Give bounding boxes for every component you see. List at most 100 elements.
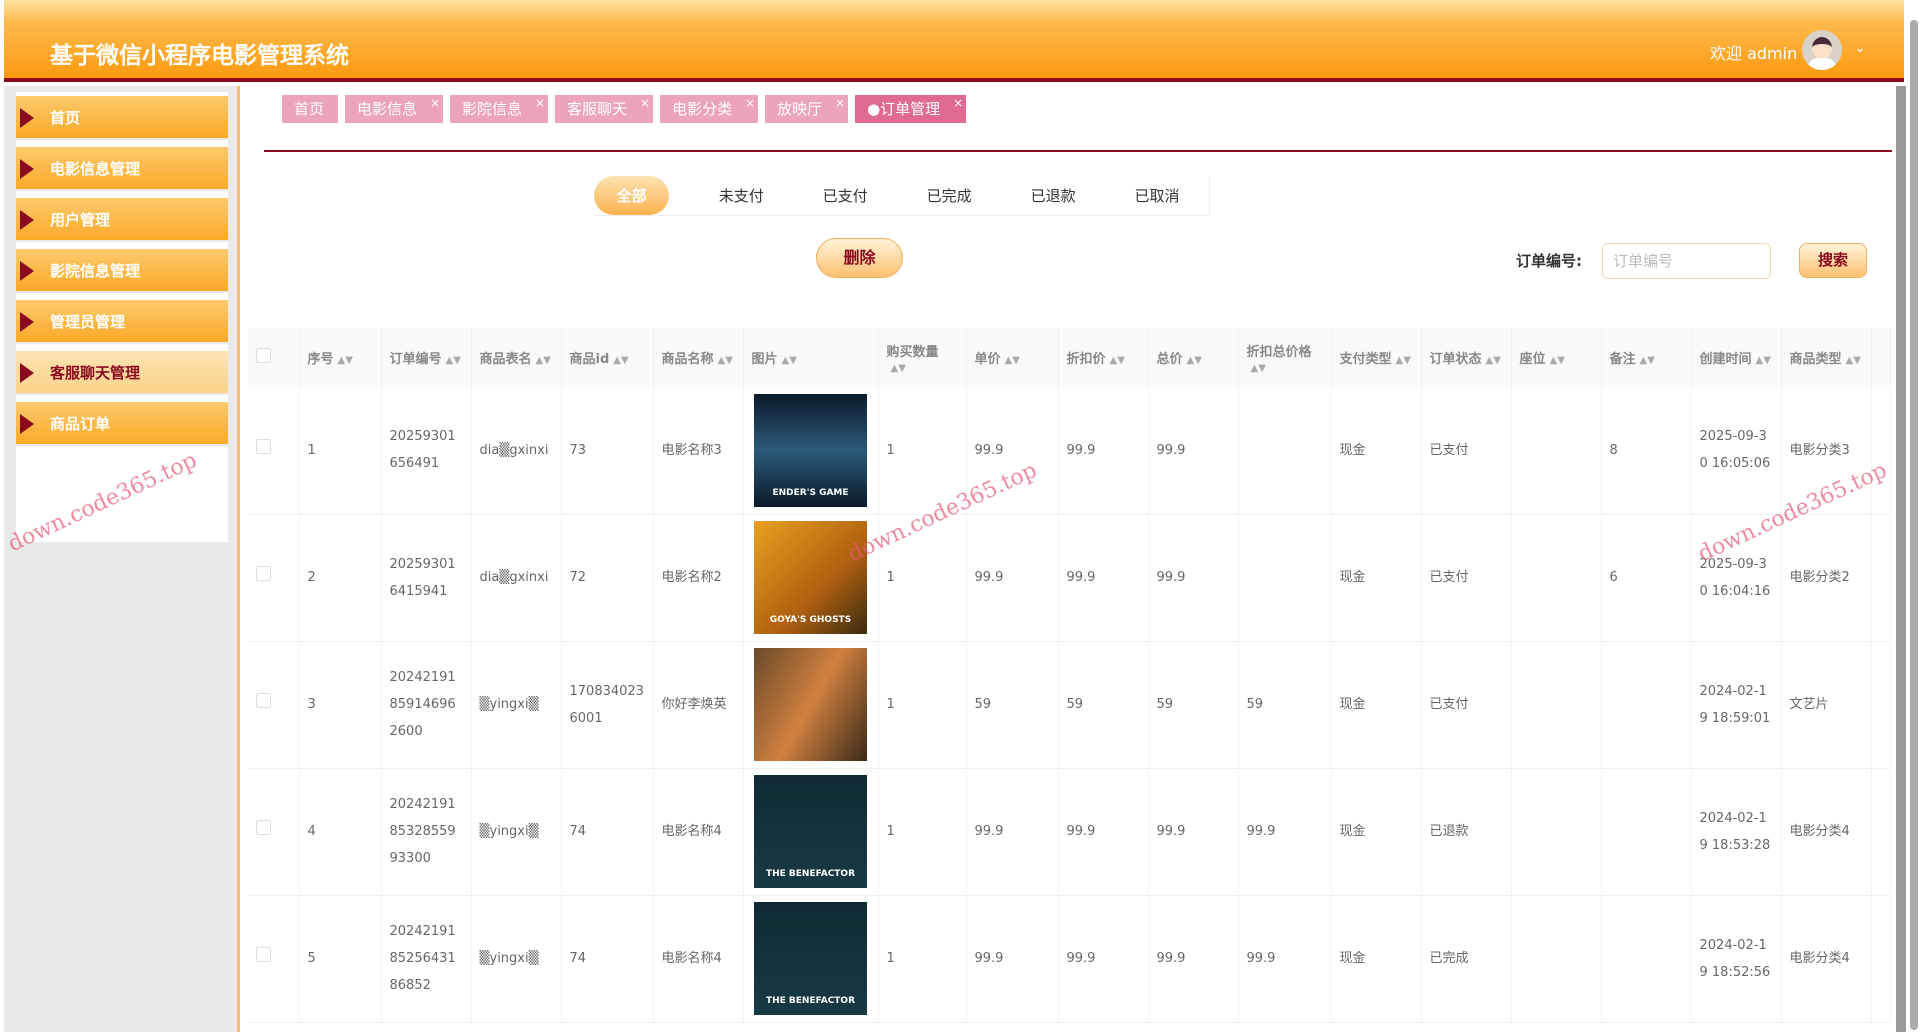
status-tab[interactable]: 已退款 <box>1001 176 1105 215</box>
cell-qty: 1 <box>878 641 967 769</box>
sidebar-item-label: 用户管理 <box>50 211 111 229</box>
close-icon[interactable]: × <box>835 89 845 117</box>
column-header[interactable]: 商品表名 ▲▼ <box>471 328 562 387</box>
row-checkbox[interactable] <box>248 895 300 1023</box>
sort-icon[interactable]: ▲▼ <box>1486 355 1501 366</box>
sort-icon[interactable]: ▲▼ <box>1251 363 1266 374</box>
sort-icon[interactable]: ▲▼ <box>1756 355 1771 366</box>
inner-scrollbar[interactable] <box>1896 86 1906 1032</box>
sort-icon[interactable]: ▲▼ <box>1110 355 1125 366</box>
column-header[interactable]: 折扣总价格▲▼ <box>1238 328 1332 387</box>
sort-icon[interactable]: ▲▼ <box>1187 355 1202 366</box>
column-header[interactable]: 商品类型 ▲▼ <box>1781 328 1872 387</box>
caret-right-icon <box>20 108 34 128</box>
tab[interactable]: 电影分类 × <box>660 95 759 123</box>
delete-button[interactable]: 删除 <box>816 238 903 278</box>
column-header[interactable]: 序号 ▲▼ <box>299 328 382 387</box>
sidebar-item[interactable]: 商品订单 <box>16 402 228 446</box>
divider <box>264 150 1892 152</box>
table-row[interactable]: 4 202421918532855993300 ▒yingxi▒ 74 电影名称4 THE… <box>248 768 1891 896</box>
sort-icon[interactable]: ▲▼ <box>536 355 551 366</box>
cell-created: 2024-02-19 18:53:28 <box>1691 768 1782 896</box>
sort-icon[interactable]: ▲▼ <box>1550 355 1565 366</box>
tab[interactable]: 影院信息 × <box>450 95 549 123</box>
column-header[interactable]: 创建时间 ▲▼ <box>1691 328 1782 387</box>
sort-icon[interactable]: ▲▼ <box>1640 355 1655 366</box>
search-button[interactable]: 搜索 <box>1799 243 1867 278</box>
poster-cell: THE BENEFACTOR <box>743 895 879 1023</box>
column-header[interactable]: 购买数量▲▼ <box>878 328 967 387</box>
status-tab[interactable]: 未支付 <box>689 176 793 215</box>
sidebar-item[interactable]: 影院信息管理 <box>16 249 228 293</box>
sidebar-item[interactable]: 客服聊天管理 <box>16 351 228 395</box>
column-header[interactable]: 订单状态 ▲▼ <box>1421 328 1512 387</box>
cell-created: 2024-02-19 18:52:56 <box>1691 895 1782 1023</box>
select-all-checkbox[interactable] <box>248 328 300 387</box>
table-row[interactable]: 5 202421918525643186852 ▒yingxi▒ 74 电影名称4 THE… <box>248 895 1891 1023</box>
tab[interactable]: 电影信息 × <box>345 95 444 123</box>
poster-cell: ENDER'S GAME <box>743 387 879 515</box>
column-header[interactable]: 商品id ▲▼ <box>561 328 654 387</box>
column-header[interactable]: 图片 ▲▼ <box>743 328 879 387</box>
sort-icon[interactable]: ▲▼ <box>446 355 461 366</box>
table-row[interactable]: 1 20259301656491 dia▒gxinxi 73 电影名称3 ENDER'S … <box>248 387 1891 515</box>
sort-icon[interactable]: ▲▼ <box>718 355 733 366</box>
sort-icon[interactable]: ▲▼ <box>1396 355 1411 366</box>
sort-icon[interactable]: ▲▼ <box>782 355 797 366</box>
sort-icon[interactable]: ▲▼ <box>891 363 906 374</box>
close-icon[interactable]: × <box>535 89 545 117</box>
table-row[interactable]: 2 20259301 6415941 dia▒gxinxi 72 电影名称2 GOYA'S… <box>248 514 1891 642</box>
cell-goods-id: 74 <box>561 768 654 896</box>
sidebar-item[interactable]: 用户管理 <box>16 198 228 242</box>
close-icon[interactable]: × <box>745 89 755 117</box>
sort-icon[interactable]: ▲▼ <box>613 355 628 366</box>
row-checkbox[interactable] <box>248 514 300 642</box>
cell-price: 59 <box>966 641 1059 769</box>
close-icon[interactable]: × <box>430 89 440 117</box>
column-header[interactable]: 总价 ▲▼ <box>1148 328 1239 387</box>
poster-cell: GOYA'S GHOSTS <box>743 514 879 642</box>
avatar[interactable] <box>1802 30 1842 70</box>
row-checkbox[interactable] <box>248 768 300 896</box>
movie-poster-image[interactable]: GOYA'S GHOSTS <box>754 521 867 634</box>
tab[interactable]: ●订单管理 × <box>855 95 967 123</box>
tab-label: 客服聊天 <box>567 100 628 118</box>
column-header[interactable]: 座位 ▲▼ <box>1511 328 1602 387</box>
sidebar-item[interactable]: 管理员管理 <box>16 300 228 344</box>
chevron-down-icon[interactable]: ⌄ <box>1854 40 1866 56</box>
column-header[interactable]: 订单编号 ▲▼ <box>381 328 472 387</box>
column-header[interactable]: 备注 ▲▼ <box>1601 328 1692 387</box>
movie-poster-image[interactable]: THE BENEFACTOR <box>754 902 867 1015</box>
movie-poster-image[interactable] <box>754 648 867 761</box>
header: 基于微信小程序电影管理系统 欢迎 admin ⌄ <box>4 0 1904 82</box>
movie-poster-image[interactable]: THE BENEFACTOR <box>754 775 867 888</box>
column-header[interactable]: 单价 ▲▼ <box>966 328 1059 387</box>
row-checkbox[interactable] <box>248 387 300 515</box>
sort-icon[interactable]: ▲▼ <box>338 355 353 366</box>
sidebar-item-label: 电影信息管理 <box>50 160 141 178</box>
sidebar-item[interactable]: 电影信息管理 <box>16 147 228 191</box>
tab[interactable]: 放映厅 × <box>765 95 849 123</box>
column-header[interactable]: 商品名称 ▲▼ <box>653 328 744 387</box>
page-scrollbar[interactable] <box>1910 20 1918 1030</box>
order-no-search-input[interactable] <box>1602 243 1771 279</box>
column-header[interactable]: 支付类型 ▲▼ <box>1331 328 1422 387</box>
sort-icon[interactable]: ▲▼ <box>1846 355 1861 366</box>
status-tab[interactable]: 已支付 <box>793 176 897 215</box>
status-tab[interactable]: 已取消 <box>1105 176 1209 215</box>
close-icon[interactable]: × <box>953 89 963 117</box>
status-tab[interactable]: 已完成 <box>897 176 1001 215</box>
table-row[interactable]: 3 20242191859146962600 ▒yingxi▒ 17083402360… <box>248 641 1891 769</box>
cell-status: 已退款 <box>1421 768 1512 896</box>
column-header[interactable]: 折扣价 ▲▼ <box>1058 328 1149 387</box>
tab[interactable]: 首页 <box>282 95 339 123</box>
sort-icon[interactable]: ▲▼ <box>1005 355 1020 366</box>
tab[interactable]: 客服聊天 × <box>555 95 654 123</box>
sidebar-item[interactable]: 首页 <box>16 96 228 140</box>
close-icon[interactable]: × <box>640 89 650 117</box>
row-checkbox[interactable] <box>248 641 300 769</box>
cell-status: 已支付 <box>1421 514 1512 642</box>
status-tab[interactable]: 全部 <box>594 176 670 215</box>
welcome-text: 欢迎 admin <box>1710 44 1798 63</box>
movie-poster-image[interactable]: ENDER'S GAME <box>754 393 867 507</box>
